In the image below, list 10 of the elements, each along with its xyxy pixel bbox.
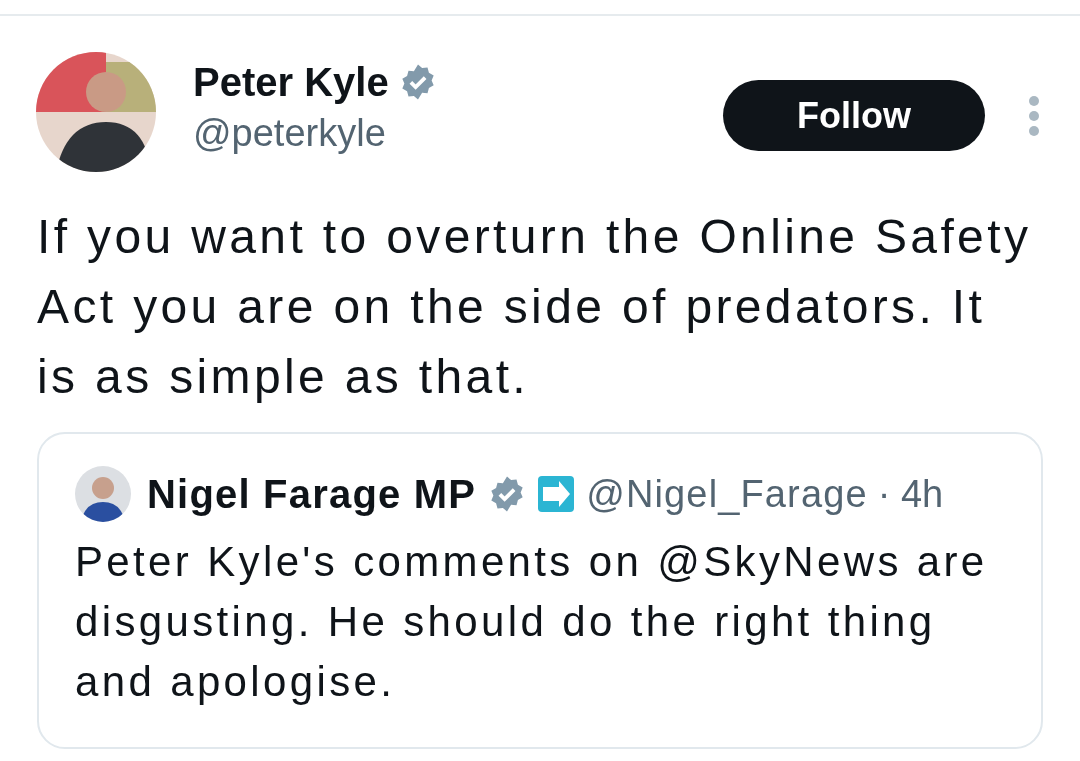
author-handle[interactable]: @peterkyle	[193, 110, 723, 156]
avatar[interactable]	[75, 466, 131, 522]
post-time: · 4h	[877, 471, 944, 517]
quoted-post[interactable]: Nigel Farage MP @Nigel_Farage · 4h Peter Kyle's comments on @SkyNews are disgusting. He should do the right thing and apologise.	[37, 432, 1043, 749]
follow-button[interactable]: Follow	[723, 80, 985, 151]
author-name[interactable]: Nigel Farage MP	[147, 464, 477, 524]
post-text: If you want to overturn the Online Safety Act you are on the side of predators. It is as simple as that.	[36, 209, 1033, 405]
author-handle[interactable]: @Nigel_Farage	[586, 465, 868, 523]
quoted-post-text: Peter Kyle's comments on @SkyNews are disgusting. He should do the right thing and apologise.	[75, 537, 989, 707]
author-name[interactable]: Peter Kyle	[193, 54, 389, 110]
